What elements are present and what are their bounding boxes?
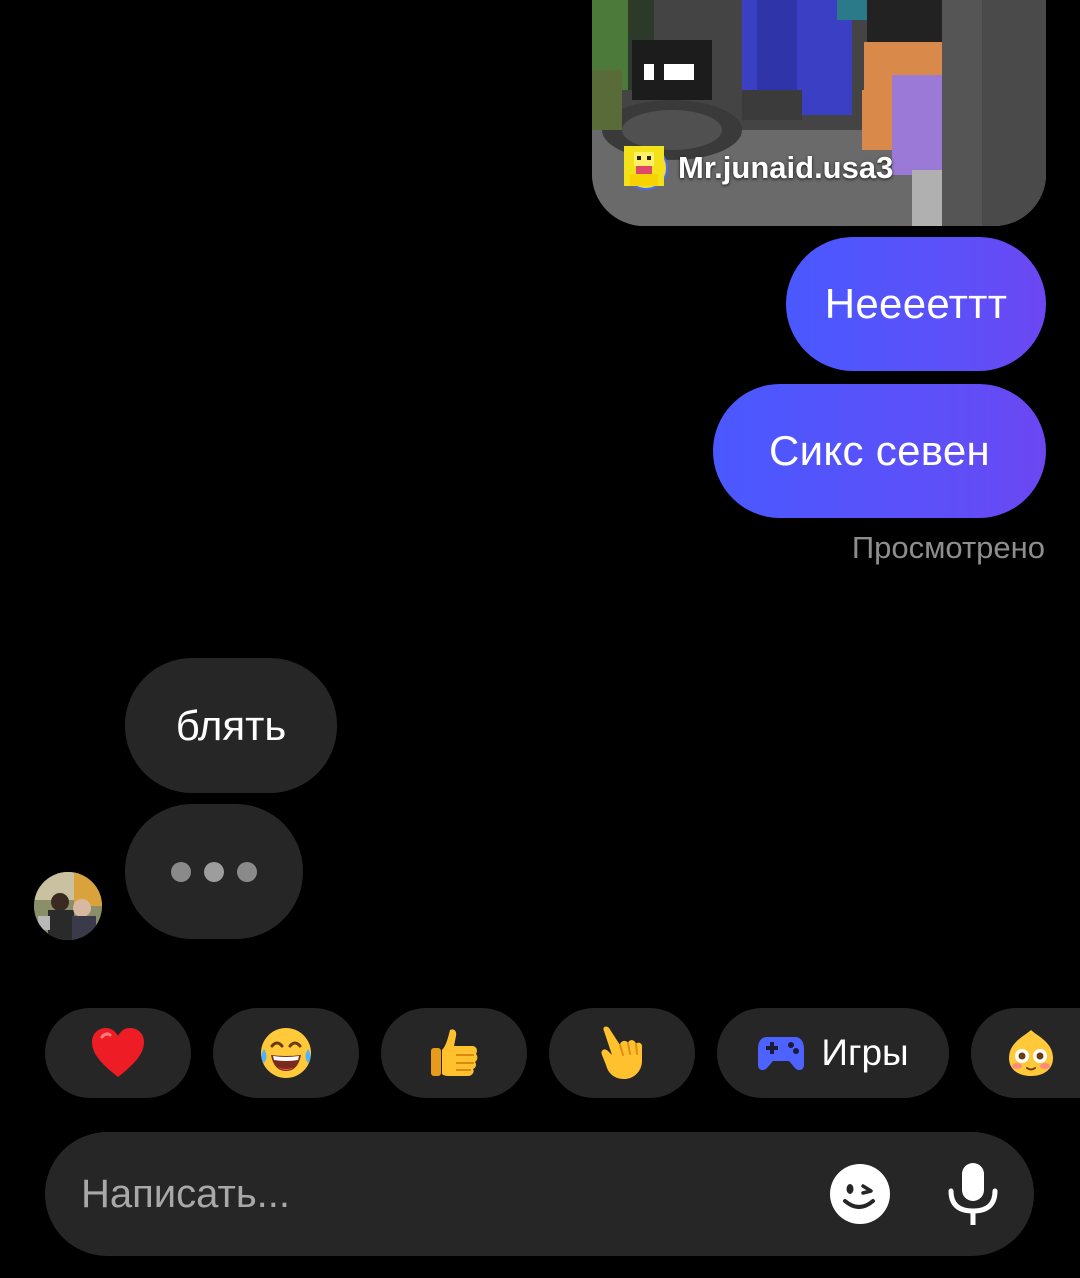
message-text: Сикс севен [768,427,991,474]
voice-message-button[interactable] [945,1161,1001,1227]
quick-reactions-bar: Игры [45,1008,1080,1098]
message-composer [45,1132,1034,1256]
laughing-reaction-button[interactable] [213,1008,359,1098]
sticker-button[interactable] [829,1163,891,1225]
post-author[interactable]: Mr.junaid.usa3 [624,146,893,190]
post-thumbnail [592,0,1046,226]
post-author-name: Mr.junaid.usa3 [678,150,894,185]
message-text: Нееееттт [824,280,1008,327]
typing-dot [171,861,191,882]
games-label: Игры [821,1032,909,1073]
games-button[interactable]: Игры [717,1008,949,1098]
thumbs-up-icon [431,1029,478,1076]
message-text: блять [175,701,287,749]
pointing-hand-icon [601,1026,643,1079]
typing-indicator [125,804,303,939]
microphone-icon [948,1163,998,1225]
pointing-hand-reaction-button[interactable] [549,1008,695,1098]
seen-status: Просмотрено [851,530,1045,565]
shared-post-card[interactable]: Mr.junaid.usa3 [592,0,1046,226]
red-heart-reaction-button[interactable] [45,1008,191,1098]
more-chip-button[interactable] [971,1008,1080,1098]
author-avatar [624,146,668,190]
thumbs-up-reaction-button[interactable] [381,1008,527,1098]
gamepad-icon [758,1037,805,1071]
outgoing-message-bubble[interactable]: Нееееттт [786,237,1046,371]
incoming-message-bubble[interactable]: блять [125,658,337,793]
smiling-face-icon [1009,1030,1053,1076]
outgoing-message-bubble[interactable]: Сикс севен [713,384,1046,518]
sticker-smiley-icon [830,1164,890,1224]
tears-of-joy-icon [261,1028,311,1078]
typing-dot [204,861,224,882]
typing-dot [237,861,257,882]
red-heart-icon [92,1028,144,1077]
sender-avatar[interactable] [34,872,102,940]
message-input[interactable] [81,1132,781,1256]
